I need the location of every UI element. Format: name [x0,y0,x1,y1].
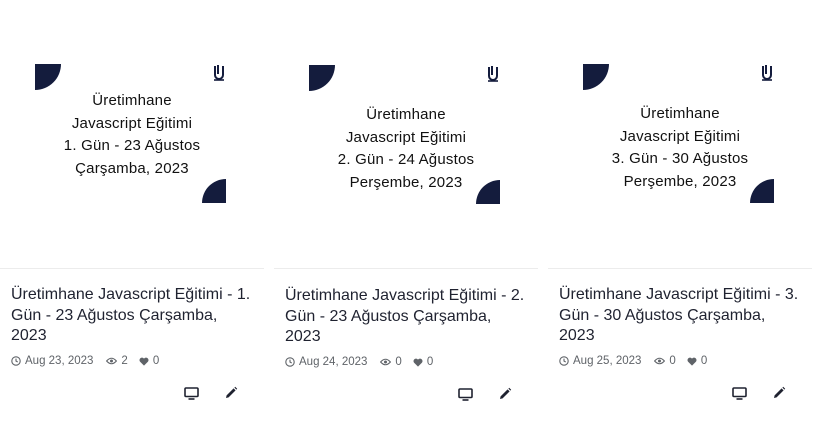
monitor-icon [183,386,199,400]
pencil-icon [774,386,786,398]
upload-date: Aug 25, 2023 [573,355,642,367]
edit-button[interactable] [496,385,514,403]
video-card[interactable]: Üretimhane Javascript Eğitimi 3. Gün - 3… [548,0,812,428]
upload-date: Aug 23, 2023 [25,355,94,367]
present-button[interactable] [456,385,474,403]
video-meta: Aug 24, 2023 0 0 [285,355,433,369]
pencil-icon [500,387,512,399]
video-title[interactable]: Üretimhane Javascript Eğitimi - 2. Gün -… [285,286,529,348]
view-count: 2 [121,355,128,367]
video-meta: Aug 25, 2023 0 0 [559,354,707,368]
monitor-icon [731,386,747,400]
video-title[interactable]: Üretimhane Javascript Eğitimi - 1. Gün -… [11,285,255,347]
video-title[interactable]: Üretimhane Javascript Eğitimi - 3. Gün -… [559,285,803,347]
u-logo-icon [762,65,772,81]
like-count: 0 [700,355,708,367]
thumbnail-line: 3. Gün - 30 Ağustos [611,150,749,167]
thumbnail-line: Javascript Eğitimi [71,114,193,132]
eye-icon [654,357,666,365]
video-thumbnail[interactable]: Üretimhane Javascript Eğitimi 1. Gün - 2… [0,0,264,268]
thumbnail-caption: Üretimhane Javascript Eğitimi 1. Gün - 2… [0,90,264,180]
present-button[interactable] [182,384,200,402]
edit-button[interactable] [770,384,788,402]
pencil-icon [226,386,238,398]
edit-button[interactable] [222,384,240,402]
view-count: 0 [669,355,676,367]
clock-icon [11,356,21,366]
thumbnail-corner-shape [309,65,335,91]
thumbnail-line: Üretimhane [640,105,720,122]
video-thumbnail[interactable]: Üretimhane Javascript Eğitimi 2. Gün - 2… [274,0,538,268]
clock-icon [559,356,569,366]
monitor-icon [457,387,473,401]
thumbnail-corner-shape [35,64,61,90]
view-count: 0 [395,356,402,368]
like-count: 0 [426,356,434,368]
video-card[interactable]: Üretimhane Javascript Eğitimi 1. Gün - 2… [0,0,264,428]
eye-icon [380,358,392,366]
thumbnail-corner-shape [202,179,226,203]
thumbnail-line: 1. Gün - 23 Ağustos [63,137,201,154]
thumbnail-corner-shape [583,64,609,90]
thumbnail-line: Javascript Eğitimi [619,127,741,145]
video-card[interactable]: Üretimhane Javascript Eğitimi 2. Gün - 2… [274,0,538,428]
u-logo-icon [214,65,224,81]
u-logo-icon [488,66,498,82]
present-button[interactable] [730,384,748,402]
card-divider [0,268,264,269]
heart-icon [413,358,423,367]
heart-icon [687,357,697,366]
thumbnail-line: Üretimhane [366,106,446,123]
card-divider [548,268,812,269]
video-thumbnail[interactable]: Üretimhane Javascript Eğitimi 3. Gün - 3… [548,0,812,268]
like-count: 0 [152,355,160,367]
video-meta: Aug 23, 2023 2 0 [11,354,159,368]
heart-icon [139,357,149,366]
upload-date: Aug 24, 2023 [299,356,368,368]
thumbnail-line: Çarşamba, 2023 [75,159,189,177]
thumbnail-line: 2. Gün - 24 Ağustos [337,151,475,168]
thumbnail-line: Javascript Eğitimi [345,128,467,146]
eye-icon [106,357,118,365]
clock-icon [285,357,295,367]
card-divider [274,268,538,269]
thumbnail-line: Üretimhane [92,92,172,109]
